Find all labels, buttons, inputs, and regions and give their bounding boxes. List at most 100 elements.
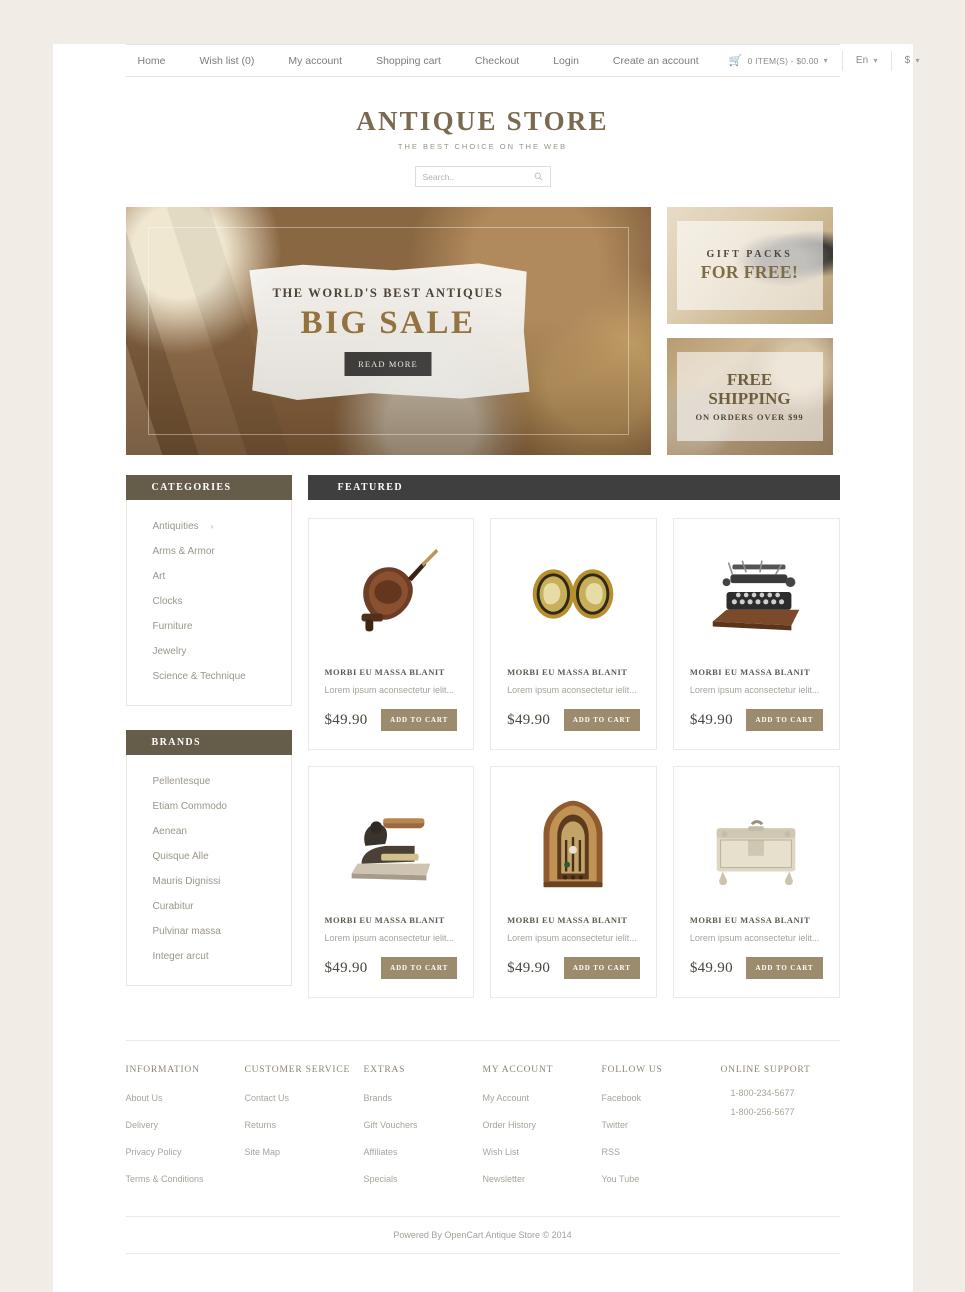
brand-item-mauris-dignissi[interactable]: Mauris Dignissi (127, 869, 291, 894)
list-item: Mauris Dignissi (127, 869, 291, 894)
footer-link-contact-us[interactable]: Contact Us (245, 1093, 290, 1103)
product-card[interactable]: MORBI EU MASSA BLANIT Lorem ipsum aconse… (307, 766, 475, 998)
brand-item-label: Etiam Commodo (152, 801, 227, 812)
footer-link-returns[interactable]: Returns (245, 1120, 277, 1130)
list-item: Clocks (127, 589, 291, 614)
add-to-cart-button[interactable]: ADD TO CART (563, 957, 640, 979)
footer-link-wish-list[interactable]: Wish List (483, 1147, 520, 1157)
footer-column-title: ONLINE SUPPORT (720, 1065, 811, 1075)
footer-link-privacy-policy[interactable]: Privacy Policy (126, 1147, 182, 1157)
product-price: $49.90 (324, 959, 368, 976)
footer-link-twitter[interactable]: Twitter (602, 1120, 629, 1130)
brand-item-etiam-commodo[interactable]: Etiam Commodo (127, 794, 291, 819)
top-nav-shopping-cart[interactable]: Shopping cart (359, 55, 458, 67)
cast-iron-sad-iron-image[interactable] (325, 781, 458, 903)
language-selector[interactable]: En ▾ (841, 50, 891, 71)
antique-typewriter-image[interactable] (690, 533, 823, 655)
shipping-banner-line2: SHIPPING (708, 388, 791, 408)
add-to-cart-button[interactable]: ADD TO CART (563, 709, 640, 731)
top-nav-create-account[interactable]: Create an account (596, 55, 716, 67)
copyright-bar: Powered By OpenCart Antique Store © 2014 (125, 1216, 840, 1254)
sidebar-item-label: Furniture (152, 621, 193, 632)
product-description: Lorem ipsum aconsectetur ielit... (324, 685, 455, 695)
footer-link-terms-conditions[interactable]: Terms & Conditions (126, 1174, 204, 1184)
currency-selector[interactable]: $ ▾ (890, 50, 930, 71)
product-card[interactable]: MORBI EU MASSA BLANIT Lorem ipsum aconse… (490, 766, 657, 998)
site-logo[interactable]: ANTIQUE STORE (126, 106, 840, 137)
footer-link-facebook[interactable]: Facebook (602, 1093, 642, 1103)
chevron-down-icon: ▾ (915, 56, 920, 65)
list-item: 1-800-256-5677 (721, 1107, 840, 1117)
footer-link-youtube[interactable]: You Tube (602, 1174, 640, 1184)
support-phone-secondary: 1-800-256-5677 (730, 1107, 795, 1117)
brand-item-integer-arcut[interactable]: Integer arcut (127, 944, 291, 969)
hero-banner[interactable]: THE WORLD'S BEST ANTIQUES BIG SALE READ … (125, 207, 651, 455)
product-price: $49.90 (507, 959, 551, 976)
copyright-text: Powered By OpenCart Antique Store © 2014 (393, 1230, 572, 1240)
list-item: Furniture (127, 614, 291, 639)
top-nav-my-account[interactable]: My account (271, 55, 359, 67)
vintage-cathedral-radio-image[interactable] (507, 781, 640, 903)
footer-link-specials[interactable]: Specials (364, 1174, 398, 1184)
footer-link-newsletter[interactable]: Newsletter (483, 1174, 526, 1184)
footer-link-brands[interactable]: Brands (364, 1093, 393, 1103)
sidebar-item-antiquities[interactable]: Antiquities › (127, 514, 291, 539)
hero-subtitle: THE WORLD'S BEST ANTIQUES (272, 285, 504, 300)
search-icon[interactable] (534, 172, 543, 181)
silver-casket-box-image[interactable] (690, 781, 823, 903)
brand-item-aenean[interactable]: Aenean (127, 819, 291, 844)
add-to-cart-button[interactable]: ADD TO CART (381, 957, 458, 979)
brand-item-label: Aenean (152, 826, 187, 837)
language-label: En (855, 55, 869, 66)
sidebar-item-arms-armor[interactable]: Arms & Armor (127, 539, 291, 564)
add-to-cart-button[interactable]: ADD TO CART (746, 709, 823, 731)
list-item: Order History (483, 1115, 602, 1133)
brand-item-curabitur[interactable]: Curabitur (127, 894, 291, 919)
top-nav-home[interactable]: Home (126, 55, 183, 67)
search-box[interactable] (414, 166, 551, 187)
sidebar-item-furniture[interactable]: Furniture (127, 614, 291, 639)
main-content: CATEGORIES Antiquities › Arms & Armor Art… (125, 475, 840, 998)
antique-bellows-image[interactable] (325, 533, 458, 655)
brands-panel-title: BRANDS (125, 730, 292, 755)
footer-link-gift-vouchers[interactable]: Gift Vouchers (364, 1120, 418, 1130)
sidebar-item-jewelry[interactable]: Jewelry (127, 639, 291, 664)
brand-item-quisque-alle[interactable]: Quisque Alle (127, 844, 291, 869)
top-nav-wish-list[interactable]: Wish list (0) (183, 55, 272, 67)
footer-link-affiliates[interactable]: Affiliates (364, 1147, 398, 1157)
footer-link-order-history[interactable]: Order History (483, 1120, 537, 1130)
banner-row: THE WORLD'S BEST ANTIQUES BIG SALE READ … (125, 207, 840, 455)
top-bar-utilities: 🛒 0 ITEM(S) - $0.00 ▾ En ▾ $ ▾ (716, 50, 930, 71)
list-item: Site Map (245, 1142, 364, 1160)
brand-item-pulvinar-massa[interactable]: Pulvinar massa (127, 919, 291, 944)
top-nav-login[interactable]: Login (536, 55, 596, 67)
sidebar-item-art[interactable]: Art (127, 564, 291, 589)
gold-cameo-earrings-image[interactable] (507, 533, 640, 655)
page-shell: Home Wish list (0) My account Shopping c… (52, 44, 919, 1292)
gift-packs-banner[interactable]: GIFT PACKS FOR FREE! (666, 207, 833, 324)
brand-item-label: Quisque Alle (152, 851, 209, 862)
sidebar-item-science-technique[interactable]: Science & Technique (127, 664, 291, 689)
read-more-button[interactable]: READ MORE (344, 352, 432, 377)
product-card[interactable]: MORBI EU MASSA BLANIT Lorem ipsum aconse… (672, 518, 840, 750)
sidebar-item-label: Jewelry (152, 646, 187, 657)
list-item: Art (127, 564, 291, 589)
footer-link-delivery[interactable]: Delivery (126, 1120, 159, 1130)
footer-link-site-map[interactable]: Site Map (245, 1147, 281, 1157)
product-card[interactable]: MORBI EU MASSA BLANIT Lorem ipsum aconse… (307, 518, 475, 750)
list-item: Integer arcut (127, 944, 291, 969)
footer-link-my-account[interactable]: My Account (483, 1093, 530, 1103)
product-card[interactable]: MORBI EU MASSA BLANIT Lorem ipsum aconse… (672, 766, 840, 998)
add-to-cart-button[interactable]: ADD TO CART (381, 709, 458, 731)
product-card[interactable]: MORBI EU MASSA BLANIT Lorem ipsum aconse… (490, 518, 657, 750)
footer-link-about-us[interactable]: About Us (126, 1093, 163, 1103)
brand-item-pellentesque[interactable]: Pellentesque (127, 769, 291, 794)
brand-item-label: Integer arcut (152, 951, 209, 962)
footer-link-rss[interactable]: RSS (602, 1147, 621, 1157)
cart-summary-button[interactable]: 🛒 0 ITEM(S) - $0.00 ▾ (716, 51, 842, 71)
top-nav-checkout[interactable]: Checkout (458, 55, 536, 67)
sidebar-item-clocks[interactable]: Clocks (127, 589, 291, 614)
add-to-cart-button[interactable]: ADD TO CART (746, 957, 823, 979)
search-input[interactable] (422, 171, 534, 182)
free-shipping-banner[interactable]: FREE SHIPPING ON ORDERS OVER $99 (666, 338, 833, 455)
